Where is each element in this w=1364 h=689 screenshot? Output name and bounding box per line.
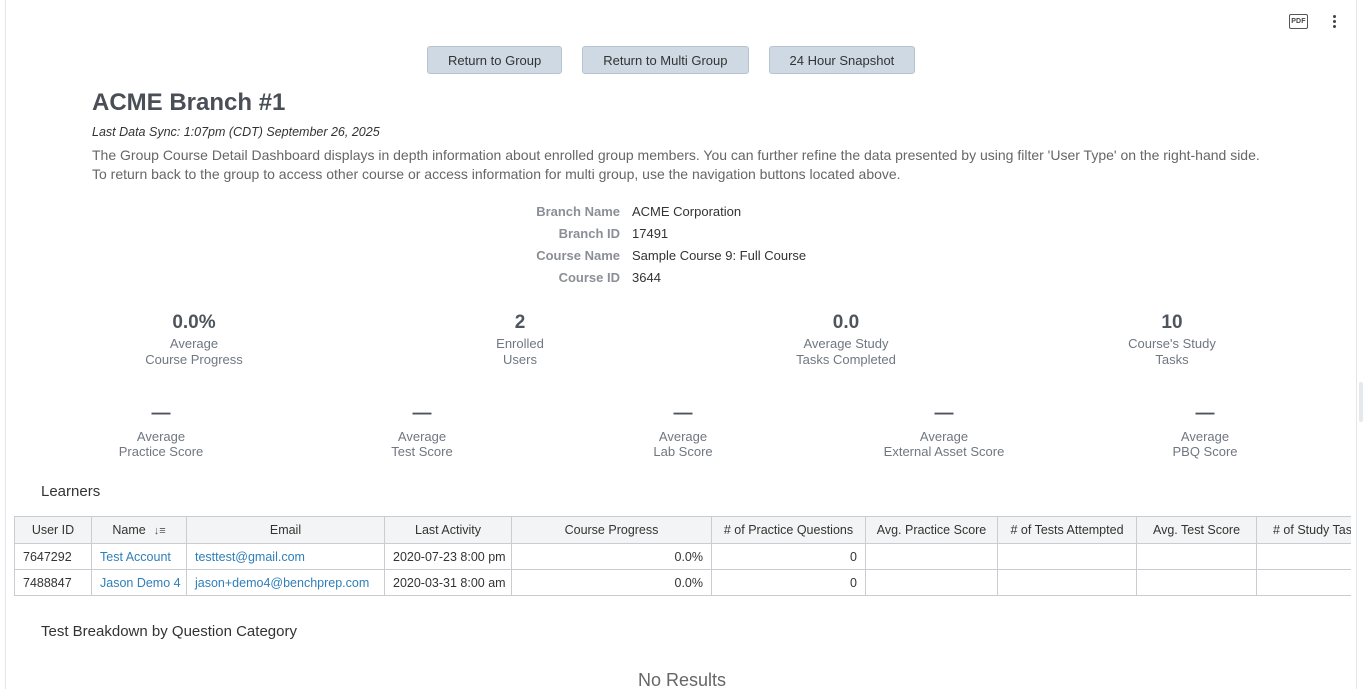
cell-practice-questions: 0 [711,543,866,570]
return-to-multi-group-button[interactable]: Return to Multi Group [582,46,749,74]
navigation-buttons: Return to Group Return to Multi Group 24… [427,46,916,74]
score-label: Average Test Score [391,429,453,459]
score-value: — [934,403,954,424]
course-id-row: Course ID 3644 [0,266,1364,288]
kpi-course-study-tasks: 10 Course's Study Tasks [1128,312,1216,368]
learners-title: Learners [41,483,101,500]
cell-course-progress: 0.0% [511,569,712,596]
course-name-row: Course Name Sample Course 9: Full Course [0,244,1364,266]
branch-name-row: Branch Name ACME Corporation [0,200,1364,222]
pdf-export-icon[interactable]: PDF [1289,14,1308,29]
column-header-avg-practice-score[interactable]: Avg. Practice Score [865,516,998,544]
column-header-user-id[interactable]: User ID [14,516,92,544]
cell-name-link[interactable]: Jason Demo 4 [91,569,187,596]
kpi-value: 10 [1161,312,1183,333]
dashboard-description: The Group Course Detail Dashboard displa… [92,147,1260,182]
score-average-external-asset: — Average External Asset Score [883,403,1005,459]
return-to-group-button[interactable]: Return to Group [427,46,563,74]
cell-email-link[interactable]: testtest@gmail.com [186,543,385,570]
cell-practice-questions: 0 [711,569,866,596]
score-value: — [673,403,693,424]
branch-name-value: ACME Corporation [632,203,742,219]
course-info: Branch Name ACME Corporation Branch ID 1… [0,200,1364,288]
kpi-value: 2 [514,312,526,333]
cell-last-activity: 2020-07-23 8:00 pm [384,543,512,570]
page-border-right [1356,0,1357,689]
score-label: Average Lab Score [653,429,713,459]
column-header-tests-attempted[interactable]: # of Tests Attempted [997,516,1137,544]
cell-user-id: 7488847 [14,569,92,596]
kpi-average-study-tasks: 0.0 Average Study Tasks Completed [796,312,896,368]
page-title: ACME Branch #1 [92,89,286,116]
cell-tests-attempted [997,543,1137,570]
cell-course-progress: 0.0% [511,543,712,570]
table-row: 7647292 Test Account testtest@gmail.com … [14,543,1351,570]
last-data-sync: Last Data Sync: 1:07pm (CDT) September 2… [92,125,380,139]
course-id-value: 3644 [632,269,661,285]
kpi-label: Average Course Progress [145,336,243,367]
column-header-name[interactable]: Name ↓≡ [91,516,187,544]
column-header-course-progress[interactable]: Course Progress [511,516,712,544]
score-value: — [151,403,171,424]
table-row: 7488847 Jason Demo 4 jason+demo4@benchpr… [14,569,1351,596]
course-name-value: Sample Course 9: Full Course [632,247,807,263]
cell-avg-practice-score [865,569,998,596]
cell-name-link[interactable]: Test Account [91,543,187,570]
cell-avg-test-score [1136,543,1257,570]
score-label: Average PBQ Score [1172,429,1238,459]
sort-descending-icon[interactable]: ↓≡ [154,525,166,537]
table-header-row: User ID Name ↓≡ Email Last Activity Cours… [14,516,1351,544]
page-border-left [5,0,6,689]
cell-study-tasks [1256,543,1351,570]
24-hour-snapshot-button[interactable]: 24 Hour Snapshot [768,46,916,74]
column-header-avg-test-score[interactable]: Avg. Test Score [1136,516,1257,544]
kpi-enrolled-users: 2 Enrolled Users [496,312,544,368]
score-label: Average Practice Score [118,429,204,459]
branch-id-row: Branch ID 17491 [0,222,1364,244]
scrollbar-thumb[interactable] [1359,382,1363,422]
cell-avg-practice-score [865,543,998,570]
course-name-label: Course Name [536,247,620,263]
cell-user-id: 7647292 [14,543,92,570]
course-id-label: Course ID [558,269,620,285]
learners-table: User ID Name ↓≡ Email Last Activity Cours… [14,516,1352,596]
score-average-test: — Average Test Score [391,403,453,459]
cell-study-tasks [1256,569,1351,596]
cell-email-link[interactable]: jason+demo4@benchprep.com [186,569,385,596]
column-header-study-tasks[interactable]: # of Study Tasks [1256,516,1351,544]
score-value: — [1195,403,1215,424]
more-vertical-icon[interactable] [1332,15,1336,28]
cell-last-activity: 2020-03-31 8:00 am [384,569,512,596]
kpi-label: Course's Study Tasks [1128,336,1216,367]
kpi-average-course-progress: 0.0% Average Course Progress [145,312,243,368]
no-results-message: No Results [637,670,727,689]
score-value: — [412,403,432,424]
kpi-label: Enrolled Users [496,336,544,367]
branch-name-label: Branch Name [536,203,620,219]
score-label: Average External Asset Score [883,429,1005,459]
top-toolbar: PDF [1289,14,1336,29]
kpi-value: 0.0 [832,312,860,333]
branch-id-value: 17491 [632,225,669,241]
branch-id-label: Branch ID [558,225,620,241]
kpi-label: Average Study Tasks Completed [796,336,896,367]
column-header-last-activity[interactable]: Last Activity [384,516,512,544]
score-average-pbq: — Average PBQ Score [1172,403,1238,459]
kpi-value: 0.0% [172,312,216,333]
cell-tests-attempted [997,569,1137,596]
column-header-practice-questions[interactable]: # of Practice Questions [711,516,866,544]
column-header-email[interactable]: Email [186,516,385,544]
cell-avg-test-score [1136,569,1257,596]
test-breakdown-title: Test Breakdown by Question Category [41,623,297,640]
score-average-lab: — Average Lab Score [653,403,713,459]
score-average-practice: — Average Practice Score [118,403,204,459]
